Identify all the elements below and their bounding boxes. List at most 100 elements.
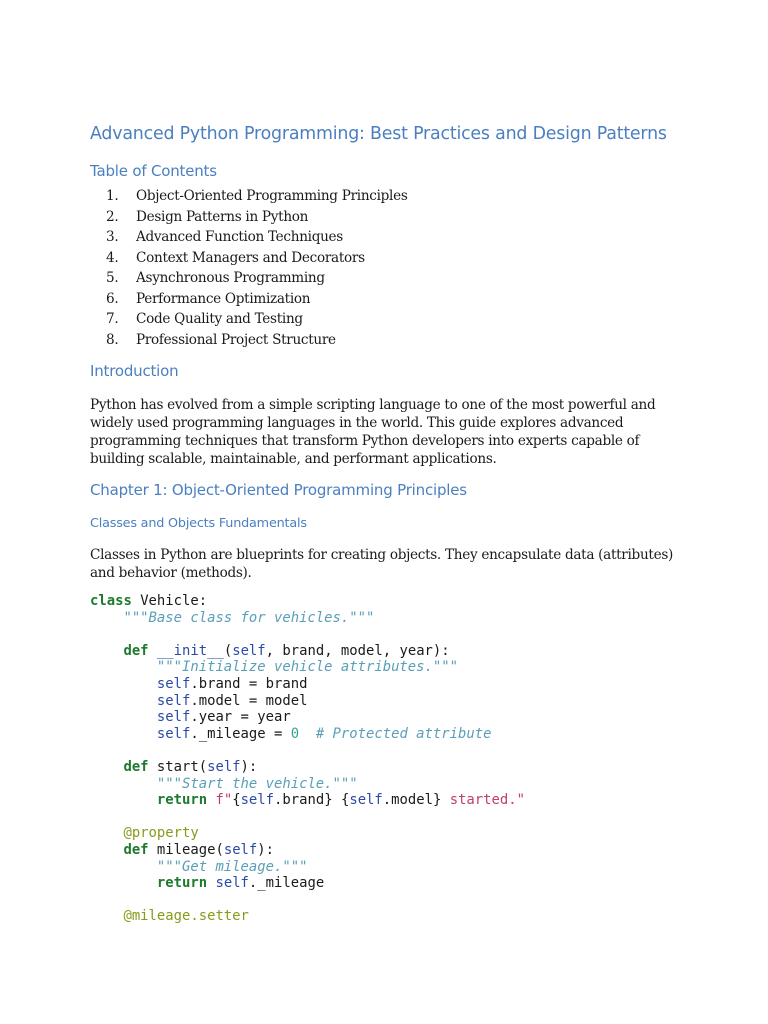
toc-item-text: Code Quality and Testing (136, 311, 303, 327)
code-line: return f"{self.brand} {self.model} start… (90, 792, 525, 809)
toc-item-number: 2. (106, 208, 119, 225)
toc-item-number: 8. (106, 331, 119, 348)
self-token: self (232, 642, 266, 659)
self-token: self (156, 692, 191, 709)
toc-item-text: Object-Oriented Programming Principles (136, 188, 408, 204)
toc-item-text: Advanced Function Techniques (136, 229, 343, 245)
self-token: self (349, 792, 383, 809)
code-line: def mileage(self): (90, 842, 525, 859)
self-token: self (207, 758, 241, 775)
comment-token: # Protected attribute (315, 725, 492, 742)
section-heading: Classes and Objects Fundamentals (90, 516, 307, 531)
code-token: , brand, model, year): (265, 642, 450, 659)
keyword-token: def (123, 642, 149, 659)
toc-item-number: 1. (106, 188, 119, 204)
docstring-token: """Initialize vehicle attributes.""" (156, 659, 458, 676)
code-line: class Vehicle: (90, 593, 525, 610)
self-token: self (215, 875, 249, 892)
code-line: """Get mileage.""" (90, 859, 525, 876)
code-line: self.brand = brand (90, 676, 525, 693)
code-token: mileage( (148, 841, 224, 858)
toc-item-number: 5. (106, 270, 119, 286)
self-token: self (156, 725, 191, 742)
document-title: Advanced Python Programming: Best Practi… (90, 124, 667, 144)
code-line: """Base class for vehicles.""" (90, 610, 525, 627)
code-token: .year = year (190, 709, 291, 726)
paragraph-line: Classes in Python are blueprints for cre… (90, 547, 673, 563)
paragraph-line: and behavior (methods). (90, 565, 252, 581)
string-token (333, 792, 341, 808)
toc-item-text: Context Managers and Decorators (136, 249, 365, 266)
intro-heading: Introduction (90, 362, 179, 380)
toc-item: 2. Design Patterns in Python (90, 207, 408, 228)
toc-item: 3. Advanced Function Techniques (90, 227, 408, 248)
string-token: f" (207, 792, 233, 809)
code-line: """Start the vehicle.""" (90, 776, 525, 793)
toc-item-text: Design Patterns in Python (136, 208, 309, 225)
intro-paragraph: Python has evolved from a simple scripti… (90, 396, 656, 468)
keyword-token: def (123, 758, 149, 775)
keyword-token: return (156, 792, 208, 809)
code-line: """Initialize vehicle attributes.""" (90, 659, 525, 676)
number-token: 0 (290, 725, 300, 742)
self-token: self (223, 841, 258, 858)
toc-item-text: Professional Project Structure (136, 331, 336, 348)
code-token: .brand (274, 792, 325, 809)
paragraph-line: Python has evolved from a simple scripti… (90, 397, 656, 413)
table-of-contents: 1. Object-Oriented Programming Principles… (90, 186, 408, 350)
code-token: ._mileage (248, 875, 325, 892)
self-token: self (156, 675, 191, 692)
chapter1-heading: Chapter 1: Object-Oriented Programming P… (90, 481, 467, 499)
docstring-token: """Base class for vehicles.""" (123, 609, 375, 626)
code-line: return self._mileage (90, 875, 525, 892)
code-line: @mileage.setter (90, 908, 525, 925)
toc-item: 1. Object-Oriented Programming Principles (90, 186, 408, 207)
code-token: { (232, 792, 241, 809)
paragraph-line: programming techniques that transform Py… (90, 433, 640, 449)
section-paragraph: Classes in Python are blueprints for cre… (90, 546, 673, 582)
paragraph-line: widely used programming languages in the… (90, 415, 624, 431)
code-token: .model (382, 792, 433, 809)
paragraph-line: building scalable, maintainable, and per… (90, 451, 497, 467)
keyword-token: def (123, 841, 149, 858)
code-line: def start(self): (90, 759, 525, 776)
function-name-token: __init__ (156, 642, 224, 659)
code-token: Vehicle: (131, 593, 208, 609)
toc-item: 7. Code Quality and Testing (90, 309, 408, 330)
self-token: self (156, 709, 191, 726)
code-line: @property (90, 825, 525, 842)
toc-item: 8. Professional Project Structure (90, 330, 408, 351)
toc-heading: Table of Contents (90, 162, 217, 180)
toc-item-number: 7. (106, 311, 119, 327)
code-token: ): (240, 758, 258, 775)
code-line: self.model = model (90, 693, 525, 710)
decorator-token: @property (123, 825, 199, 842)
self-token: self (240, 792, 275, 809)
toc-item: 4. Context Managers and Decorators (90, 248, 408, 269)
docstring-token: """Get mileage.""" (156, 858, 308, 875)
toc-item: 5. Asynchronous Programming (90, 268, 408, 289)
keyword-token: class (90, 593, 132, 609)
code-line: self.year = year (90, 709, 525, 726)
code-token: ): (257, 841, 275, 858)
code-token: start( (148, 758, 208, 775)
docstring-token: """Start the vehicle.""" (156, 775, 358, 792)
code-token: .brand = brand (190, 675, 308, 692)
toc-item-number: 4. (106, 249, 119, 266)
keyword-token: return (156, 875, 208, 892)
code-token: .model = model (190, 692, 308, 709)
code-line: def __init__(self, brand, model, year): (90, 643, 525, 660)
toc-item: 6. Performance Optimization (90, 289, 408, 310)
toc-item-number: 6. (106, 290, 119, 307)
code-token: } (324, 792, 333, 809)
toc-item-text: Asynchronous Programming (136, 270, 325, 286)
code-token: ( (223, 642, 233, 659)
string-token: started." (441, 792, 525, 809)
code-line: self._mileage = 0 # Protected attribute (90, 726, 525, 743)
toc-item-text: Performance Optimization (136, 290, 311, 307)
toc-item-number: 3. (106, 229, 119, 245)
